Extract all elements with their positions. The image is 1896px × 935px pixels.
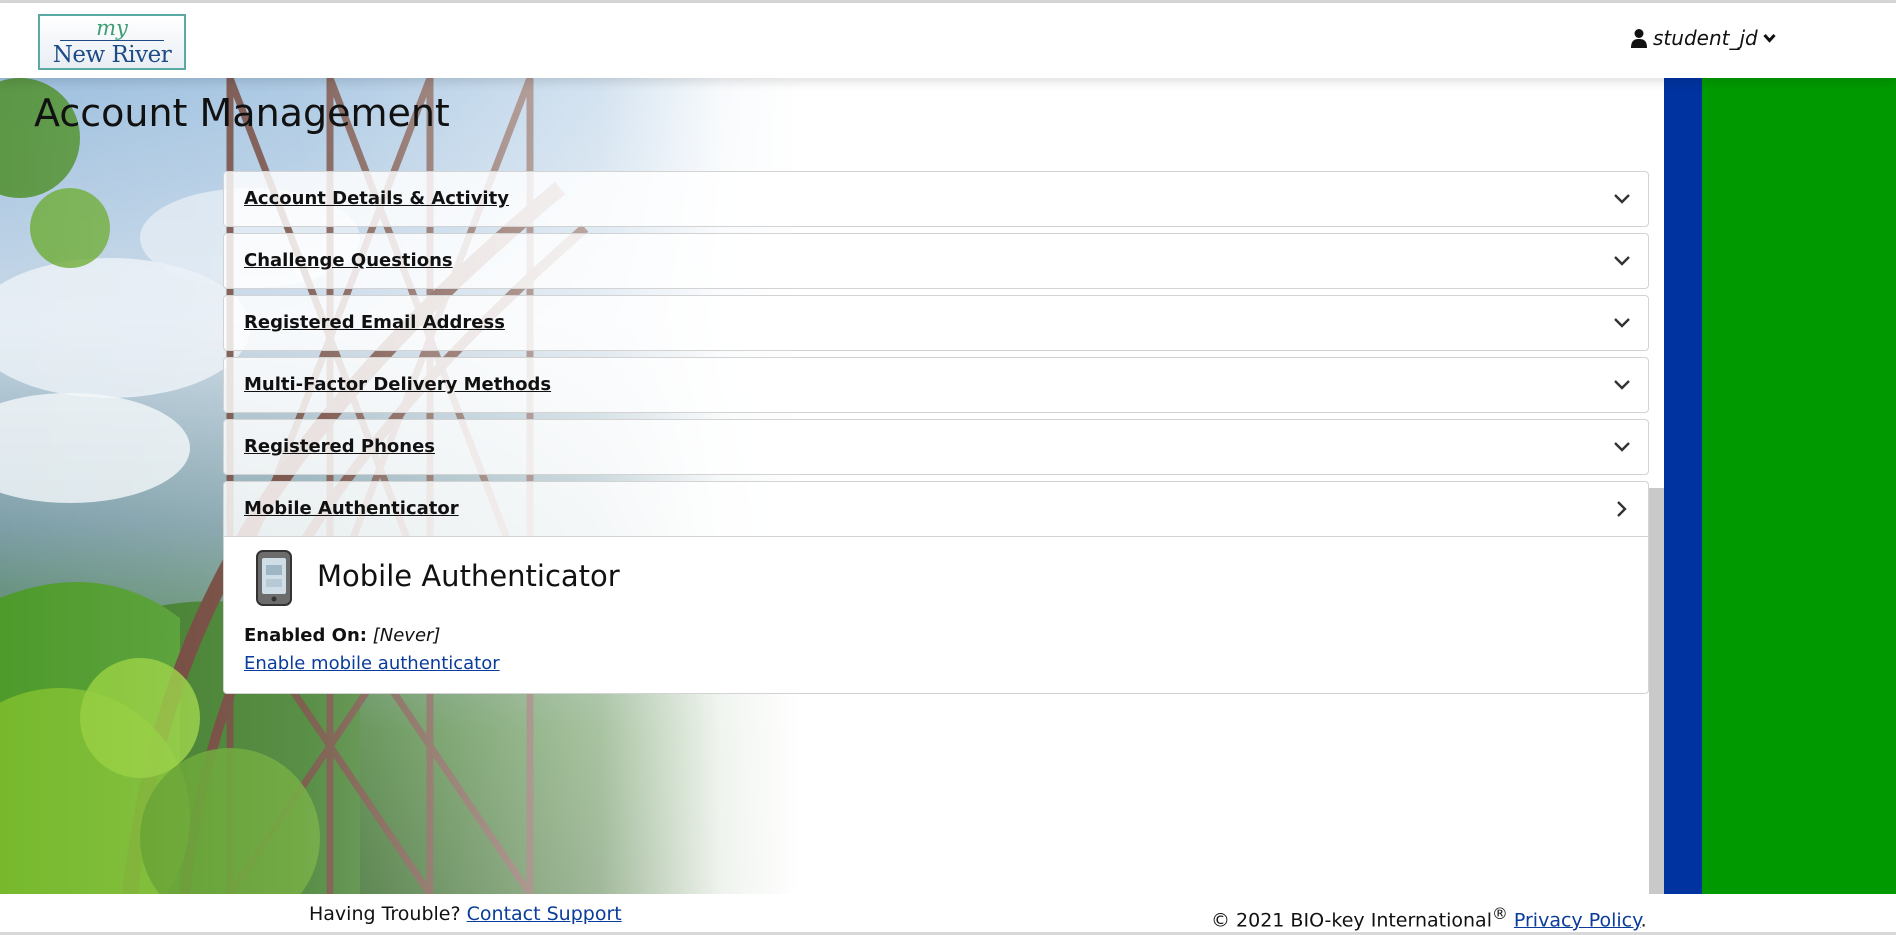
page-title: Account Management [34,91,450,135]
section-label: Challenge Questions [244,250,453,271]
section-label: Mobile Authenticator [244,498,459,519]
footer-period: . [1640,909,1647,932]
section-label: Account Details & Activity [244,188,509,209]
registered-mark: ® [1491,904,1508,923]
section-label: Multi-Factor Delivery Methods [244,374,552,395]
username-label: student_jd [1653,26,1758,50]
section-account-details[interactable]: Account Details & Activity [223,171,1649,227]
top-header: my New River student_jd [0,3,1896,78]
mobile-phone-icon [255,549,293,611]
mynewriver-logo[interactable]: my New River [38,14,186,70]
privacy-policy-link[interactable]: Privacy Policy [1514,909,1641,931]
enabled-on-row: Enabled On: [Never] [244,625,440,647]
section-multi-factor-delivery[interactable]: Multi-Factor Delivery Methods [223,357,1649,413]
chevron-down-icon [1614,442,1630,452]
chevron-down-icon [1614,256,1630,266]
enable-mobile-authenticator-link[interactable]: Enable mobile authenticator [244,653,500,675]
contact-support-link[interactable]: Contact Support [467,903,622,925]
green-side-stripe [1702,78,1896,894]
chevron-down-icon [1763,33,1776,43]
footer-support: Having Trouble? Contact Support [309,902,622,926]
logo-rule [60,40,164,41]
enabled-on-label: Enabled On: [244,625,367,646]
enabled-on-value: [Never] [372,625,441,646]
section-challenge-questions[interactable]: Challenge Questions [223,233,1649,289]
section-label: Registered Email Address [244,312,505,333]
copyright-text: © 2021 BIO-key International [1211,909,1492,932]
section-mobile-authenticator[interactable]: Mobile Authenticator [223,481,1649,537]
chevron-down-icon [1614,194,1630,204]
section-registered-email[interactable]: Registered Email Address [223,295,1649,351]
scrollbar-thumb[interactable] [1649,488,1664,894]
user-icon [1631,28,1647,48]
blue-side-stripe [1664,78,1702,894]
having-trouble-text: Having Trouble? [309,903,461,925]
footer-legal: © 2021 BIO-key International® Privacy Po… [1211,902,1647,932]
section-label: Registered Phones [244,436,435,457]
section-registered-phones[interactable]: Registered Phones [223,419,1649,475]
logo-text-new-river: New River [52,42,172,68]
chevron-down-icon [1614,380,1630,390]
chevron-right-icon [1617,501,1627,517]
page-footer: Having Trouble? Contact Support © 2021 B… [0,894,1896,935]
mobile-authenticator-heading: Mobile Authenticator [317,559,620,593]
account-sections-accordion: Account Details & Activity Challenge Que… [223,171,1649,694]
mobile-authenticator-panel: Mobile Authenticator Enabled On: [Never]… [223,537,1649,694]
user-menu-toggle[interactable]: student_jd [1631,23,1776,53]
logo-text-my: my [96,16,128,40]
chevron-down-icon [1614,318,1630,328]
